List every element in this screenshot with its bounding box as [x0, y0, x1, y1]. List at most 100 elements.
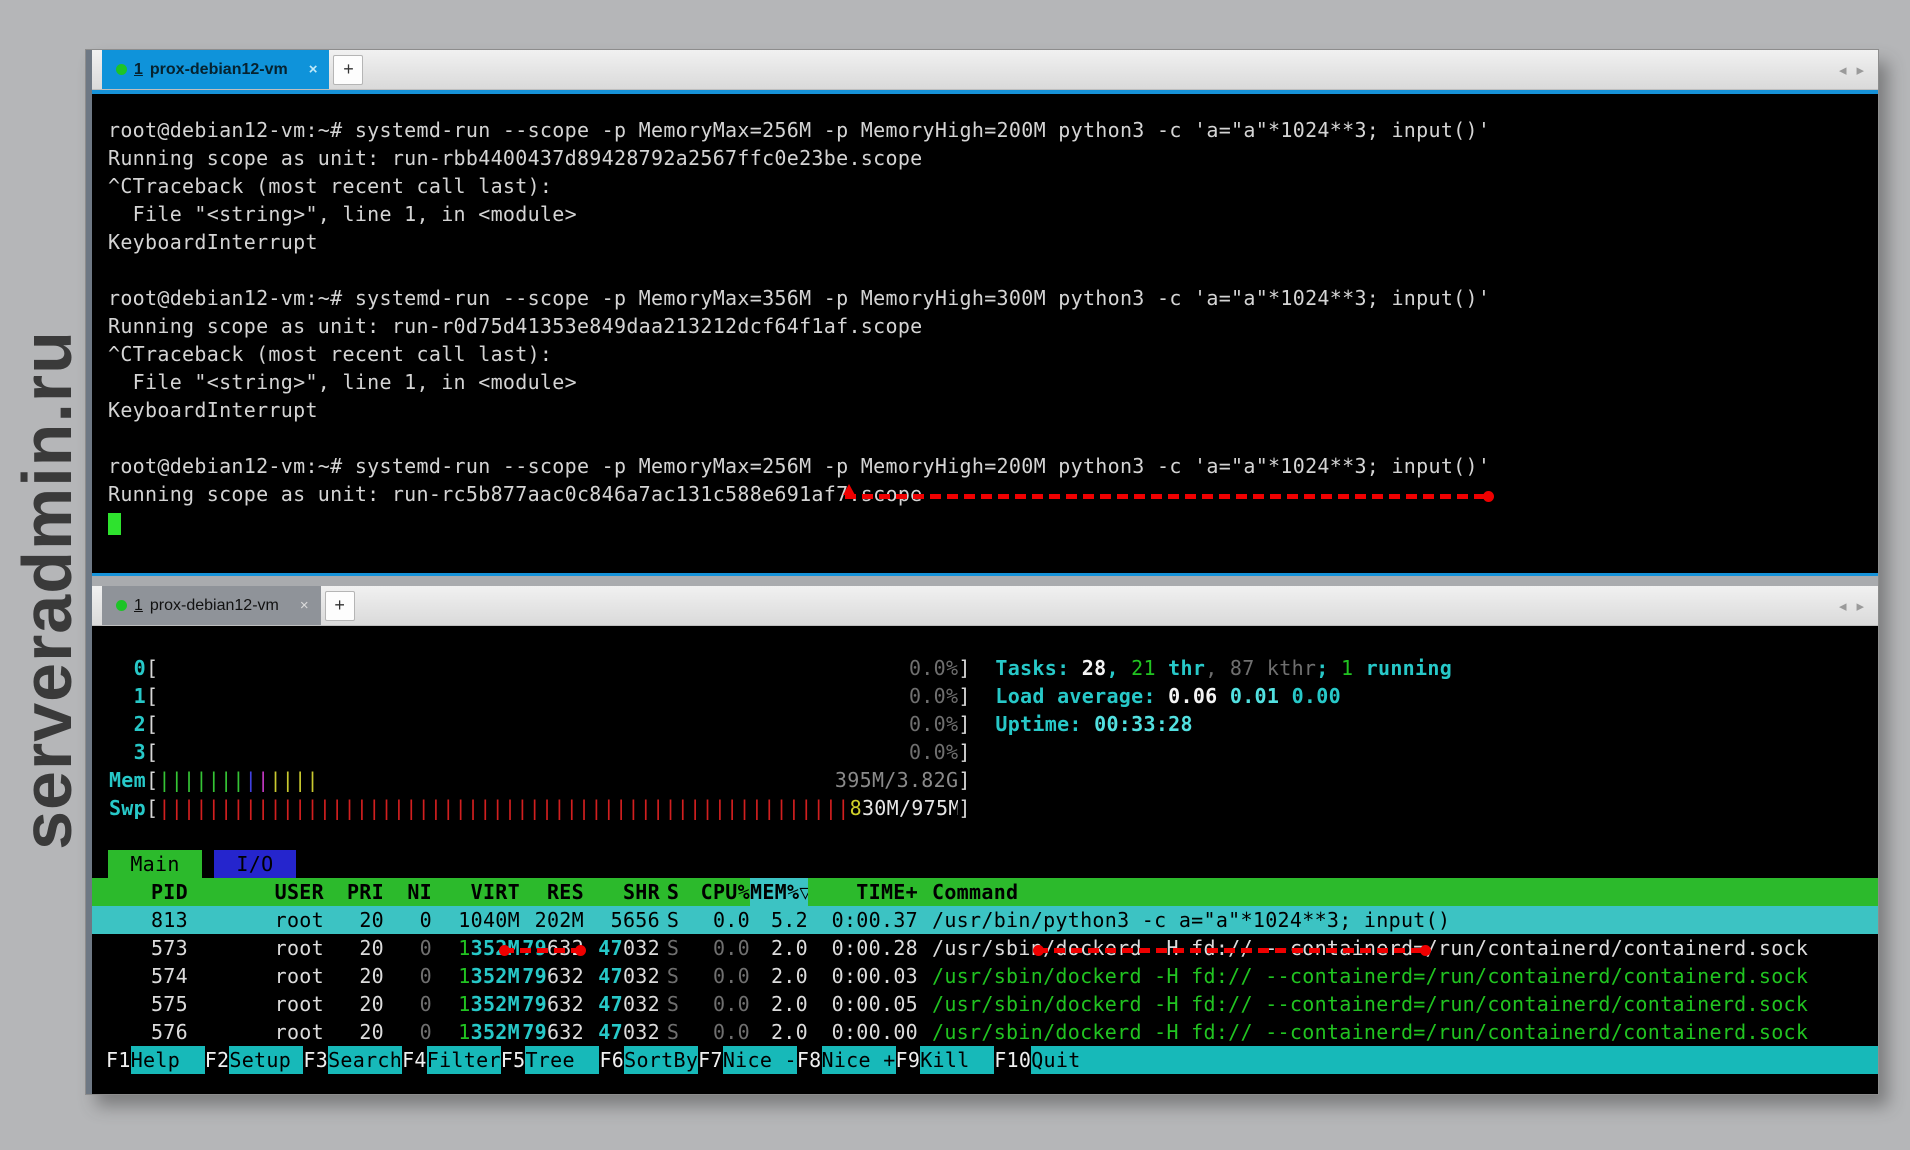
column-header-s[interactable]: S	[660, 878, 686, 906]
column-header-pid[interactable]: PID	[108, 878, 188, 906]
terminal-line: File "<string>", line 1, in <module>	[92, 368, 1878, 396]
terminal-window: 1 prox-debian12-vm × + ◂ ▸ root@debian12…	[86, 50, 1878, 1094]
htop-output: 0[0.0%] Tasks: 28, 21 thr, 87 kthr; 1 ru…	[92, 654, 1878, 1074]
fnkey-f8[interactable]: F8	[797, 1046, 822, 1074]
process-row[interactable]: 575root2001352M7963247032S0.02.00:00.05/…	[92, 990, 1878, 1018]
meter-cpu2: 2[0.0%] Uptime: 00:33:28	[92, 710, 1878, 738]
fnkey-f7[interactable]: F7	[698, 1046, 723, 1074]
htop-tab-io[interactable]: I/O	[214, 850, 296, 878]
terminal-line: KeyboardInterrupt	[92, 228, 1878, 256]
terminal-line: root@debian12-vm:~# systemd-run --scope …	[92, 452, 1878, 480]
fnaction-sortby[interactable]: SortBy	[624, 1046, 698, 1074]
htop-terminal[interactable]: 0[0.0%] Tasks: 28, 21 thr, 87 kthr; 1 ru…	[92, 626, 1878, 1092]
fnaction-nice[interactable]: Nice -	[723, 1046, 797, 1074]
meter-cpu1: 1[0.0%] Load average: 0.06 0.01 0.00	[92, 682, 1878, 710]
terminal-line: Running scope as unit: run-r0d75d41353e8…	[92, 312, 1878, 340]
scroll-right-icon[interactable]: ▸	[1856, 597, 1864, 615]
tab-title: prox-debian12-vm	[150, 61, 288, 79]
fnaction-setup[interactable]: Setup	[229, 1046, 303, 1074]
fnaction-tree[interactable]: Tree	[525, 1046, 599, 1074]
terminal-line	[92, 256, 1878, 284]
column-header-time+[interactable]: TIME+	[808, 878, 918, 906]
terminal-cursor	[108, 513, 121, 535]
terminal-line: ^CTraceback (most recent call last):	[92, 340, 1878, 368]
fnaction-nice+[interactable]: Nice +	[822, 1046, 896, 1074]
scroll-left-icon[interactable]: ◂	[1839, 597, 1847, 615]
tab-session-top[interactable]: 1 prox-debian12-vm ×	[102, 50, 329, 89]
top-tab-bar: 1 prox-debian12-vm × + ◂ ▸	[92, 50, 1878, 90]
scroll-right-icon[interactable]: ▸	[1856, 61, 1864, 79]
annotation-dot-icon	[1420, 945, 1431, 956]
annotation-dot-icon	[499, 945, 510, 956]
new-tab-button[interactable]: +	[325, 591, 355, 621]
pane-separator	[92, 576, 1878, 586]
fnkey-f4[interactable]: F4	[402, 1046, 427, 1074]
column-header-user[interactable]: USER	[188, 878, 324, 906]
tab-scroll-arrows[interactable]: ◂ ▸	[1839, 50, 1864, 89]
column-header-command[interactable]: Command	[918, 878, 1878, 906]
fnaction-filter[interactable]: Filter	[427, 1046, 501, 1074]
session-status-dot	[116, 64, 127, 75]
watermark-text: serveradmin.ru	[7, 330, 87, 850]
terminal-line: Running scope as unit: run-rbb4400437d89…	[92, 144, 1878, 172]
terminal-line: KeyboardInterrupt	[92, 396, 1878, 424]
terminal-line: root@debian12-vm:~# systemd-run --scope …	[92, 284, 1878, 312]
meter-mem: Mem[|||||||||||||395M/3.82G]	[92, 766, 1878, 794]
scroll-left-icon[interactable]: ◂	[1839, 61, 1847, 79]
terminal-line: File "<string>", line 1, in <module>	[92, 200, 1878, 228]
column-header-virt[interactable]: VIRT	[432, 878, 520, 906]
meter-swp: Swp[||||||||||||||||||||||||||||||||||||…	[92, 794, 1878, 822]
meter-cpu3: 3[0.0%]	[92, 738, 1878, 766]
terminal-line: ^CTraceback (most recent call last):	[92, 172, 1878, 200]
column-header-res[interactable]: RES	[520, 878, 584, 906]
tab-title: prox-debian12-vm	[150, 597, 279, 615]
session-status-dot	[116, 600, 127, 611]
fnkey-f5[interactable]: F5	[501, 1046, 526, 1074]
process-table-header: PIDUSERPRINIVIRTRESSHRSCPU%MEM%▽TIME+Com…	[92, 878, 1878, 906]
column-header-shr[interactable]: SHR	[584, 878, 660, 906]
annotation-process-underline	[1037, 948, 1427, 953]
fnaction-quit[interactable]: Quit	[1031, 1046, 1878, 1074]
bottom-tab-bar: 1 prox-debian12-vm × + ◂ ▸	[92, 586, 1878, 626]
column-header-ni[interactable]: NI	[384, 878, 432, 906]
terminal-line: root@debian12-vm:~# systemd-run --scope …	[92, 116, 1878, 144]
fnkey-f10[interactable]: F10	[994, 1046, 1031, 1074]
close-tab-icon[interactable]: ×	[309, 62, 318, 77]
top-terminal[interactable]: root@debian12-vm:~# systemd-run --scope …	[92, 94, 1878, 576]
fnkey-f9[interactable]: F9	[896, 1046, 921, 1074]
process-row[interactable]: 813root2001040M202M5656S0.05.20:00.37/us…	[92, 906, 1878, 934]
htop-panel-tabs: Main I/O	[92, 850, 1878, 878]
fnkey-f1[interactable]: F1	[106, 1046, 131, 1074]
terminal-line	[92, 424, 1878, 452]
column-header-pri[interactable]: PRI	[324, 878, 384, 906]
function-key-bar: F1HelpF2SetupF3SearchF4FilterF5TreeF6Sor…	[92, 1046, 1878, 1074]
meter-cpu0: 0[0.0%] Tasks: 28, 21 thr, 87 kthr; 1 ru…	[92, 654, 1878, 682]
process-row[interactable]: 574root2001352M7963247032S0.02.00:00.03/…	[92, 962, 1878, 990]
fnaction-kill[interactable]: Kill	[920, 1046, 994, 1074]
tab-index: 1	[134, 597, 143, 615]
desktop: serveradmin.ru 1 prox-debian12-vm × + ◂ …	[0, 0, 1910, 1150]
htop-tab-main[interactable]: Main	[108, 850, 202, 878]
tab-session-bottom[interactable]: 1 prox-debian12-vm ×	[102, 586, 321, 625]
annotation-dot-icon	[1483, 491, 1494, 502]
fnaction-help[interactable]: Help	[131, 1046, 205, 1074]
fnkey-f3[interactable]: F3	[303, 1046, 328, 1074]
tab-scroll-arrows[interactable]: ◂ ▸	[1839, 586, 1864, 625]
process-row[interactable]: 573root2001352M7963247032S0.02.00:00.28/…	[92, 934, 1878, 962]
column-header-cpu%[interactable]: CPU%	[686, 878, 750, 906]
fnaction-search[interactable]: Search	[328, 1046, 402, 1074]
tab-index: 1	[134, 61, 143, 79]
fnkey-f2[interactable]: F2	[205, 1046, 230, 1074]
process-row[interactable]: 576root2001352M7963247032S0.02.00:00.00/…	[92, 1018, 1878, 1046]
annotation-command-underline	[845, 494, 1490, 499]
close-tab-icon[interactable]: ×	[300, 598, 309, 613]
terminal-output: root@debian12-vm:~# systemd-run --scope …	[92, 116, 1878, 536]
annotation-dot-icon	[1033, 945, 1044, 956]
new-tab-button[interactable]: +	[333, 55, 363, 85]
column-header-mem%[interactable]: MEM%▽	[750, 878, 808, 906]
annotation-res-underline	[503, 948, 582, 953]
terminal-line	[92, 508, 1878, 536]
annotation-dot-icon	[575, 945, 586, 956]
annotation-arrow-icon	[843, 484, 855, 495]
fnkey-f6[interactable]: F6	[599, 1046, 624, 1074]
